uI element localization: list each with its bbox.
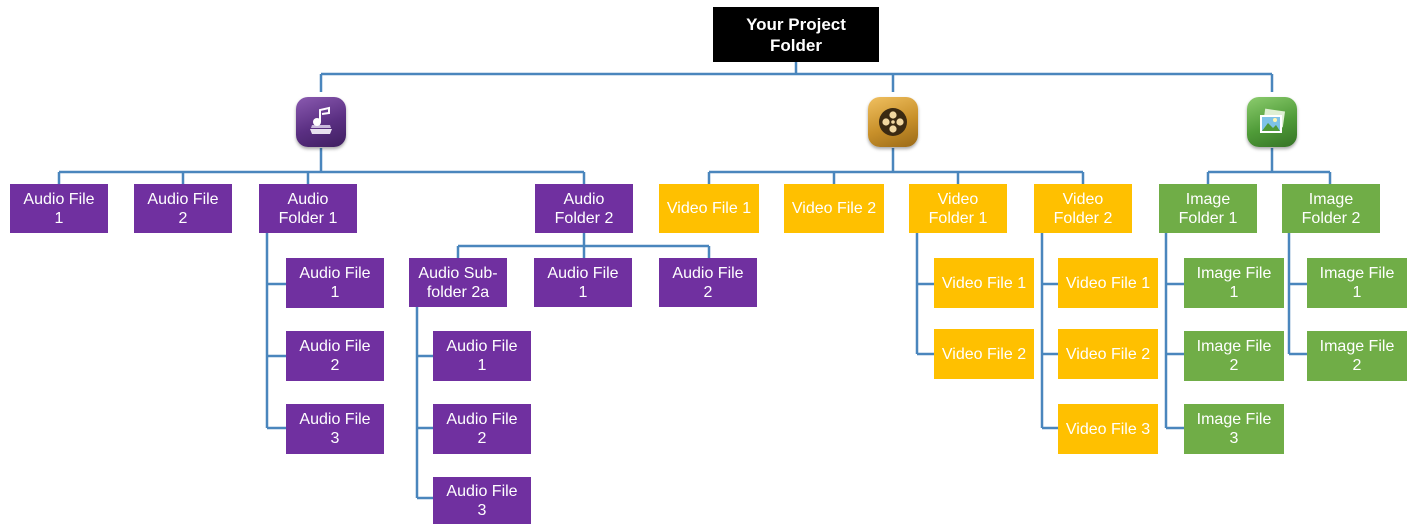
audio-file-1[interactable]: Audio File 1 <box>10 184 108 233</box>
video-folder-2[interactable]: Video Folder 2 <box>1034 184 1132 233</box>
image-folder-1-file-2[interactable]: Image File 2 <box>1184 331 1284 381</box>
video-folder-1-file-2[interactable]: Video File 2 <box>934 329 1034 379</box>
image-folder-2[interactable]: Image Folder 2 <box>1282 184 1380 233</box>
video-folder-2-file-2[interactable]: Video File 2 <box>1058 329 1158 379</box>
audio-folder-1-file-3[interactable]: Audio File 3 <box>286 404 384 454</box>
video-folder-2-file-3[interactable]: Video File 3 <box>1058 404 1158 454</box>
audio-file-2[interactable]: Audio File 2 <box>134 184 232 233</box>
video-folder-1-file-1[interactable]: Video File 1 <box>934 258 1034 308</box>
image-folder-1-file-1[interactable]: Image File 1 <box>1184 258 1284 308</box>
video-file-2[interactable]: Video File 2 <box>784 184 884 233</box>
film-reel-icon <box>868 97 918 147</box>
audio-subfolder-2a[interactable]: Audio Sub- folder 2a <box>409 258 507 307</box>
image-folder-2-file-2[interactable]: Image File 2 <box>1307 331 1407 381</box>
video-file-1[interactable]: Video File 1 <box>659 184 759 233</box>
music-note-icon <box>296 97 346 147</box>
audio-folder-2-file-1[interactable]: Audio File 1 <box>534 258 632 307</box>
image-folder-1[interactable]: Image Folder 1 <box>1159 184 1257 233</box>
audio-folder-2[interactable]: Audio Folder 2 <box>535 184 633 233</box>
audio-folder-1[interactable]: Audio Folder 1 <box>259 184 357 233</box>
project-folder-root[interactable]: Your Project Folder <box>713 7 879 62</box>
audio-folder-1-file-1[interactable]: Audio File 1 <box>286 258 384 308</box>
picture-icon <box>1247 97 1297 147</box>
image-folder-2-file-1[interactable]: Image File 1 <box>1307 258 1407 308</box>
image-folder-1-file-3[interactable]: Image File 3 <box>1184 404 1284 454</box>
audio-subfolder-2a-file-1[interactable]: Audio File 1 <box>433 331 531 381</box>
video-folder-2-file-1[interactable]: Video File 1 <box>1058 258 1158 308</box>
audio-folder-2-file-2[interactable]: Audio File 2 <box>659 258 757 307</box>
audio-subfolder-2a-file-3[interactable]: Audio File 3 <box>433 477 531 524</box>
audio-folder-1-file-2[interactable]: Audio File 2 <box>286 331 384 381</box>
audio-subfolder-2a-file-2[interactable]: Audio File 2 <box>433 404 531 454</box>
video-folder-1[interactable]: Video Folder 1 <box>909 184 1007 233</box>
